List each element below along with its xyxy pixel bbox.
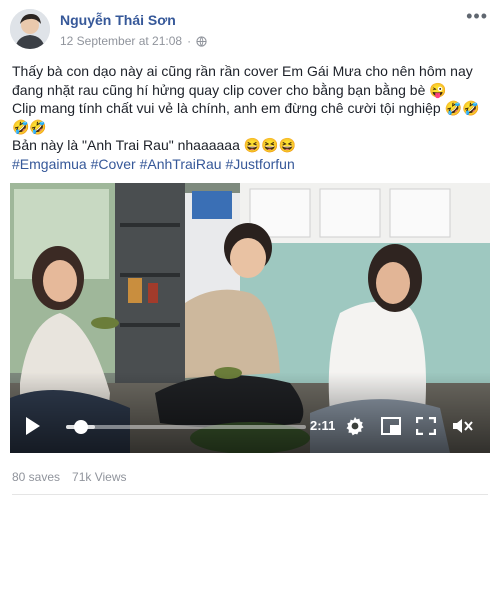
picture-in-picture-icon[interactable] [381, 417, 401, 435]
settings-gear-icon[interactable] [345, 416, 365, 436]
post-card: Nguyễn Thái Sơn 12 September at 21:08 · … [0, 0, 500, 592]
saves-count[interactable]: 80 saves [12, 470, 60, 484]
play-icon[interactable] [26, 417, 40, 435]
video-player[interactable]: 2:11 [10, 183, 490, 453]
avatar[interactable] [10, 9, 50, 49]
seek-bar[interactable] [66, 425, 306, 429]
mute-icon[interactable] [452, 417, 474, 435]
views-count: 71k Views [72, 470, 127, 484]
hashtags[interactable]: #Emgaimua #Cover #AnhTraiRau #Justforfun [12, 155, 490, 174]
post-text-line: Bản này là "Anh Trai Rau" nhaaaaaa 😆😆😆 [12, 137, 297, 153]
post-text-line: Thấy bà con dạo này ai cũng rần rần cove… [12, 63, 473, 98]
fullscreen-icon[interactable] [416, 417, 436, 435]
divider [12, 494, 488, 495]
post-text: Thấy bà con dạo này ai cũng rần rần cove… [12, 62, 490, 173]
post-timestamp[interactable]: 12 September at 21:08 [60, 34, 182, 48]
post-header: Nguyễn Thái Sơn 12 September at 21:08 · … [10, 7, 490, 53]
author-name[interactable]: Nguyễn Thái Sơn [60, 12, 176, 28]
time-remaining: 2:11 [310, 418, 336, 433]
post-text-line: Clip mang tính chất vui vẻ là chính, anh… [12, 100, 480, 135]
seek-handle[interactable] [73, 420, 88, 434]
more-options-icon[interactable]: ••• [466, 7, 488, 25]
separator-dot: · [187, 34, 192, 48]
video-controls: 2:11 [10, 401, 490, 453]
post-meta: 12 September at 21:08 · [60, 34, 207, 48]
globe-icon[interactable] [196, 35, 207, 47]
post-stats: 80 saves 71k Views [12, 470, 127, 484]
